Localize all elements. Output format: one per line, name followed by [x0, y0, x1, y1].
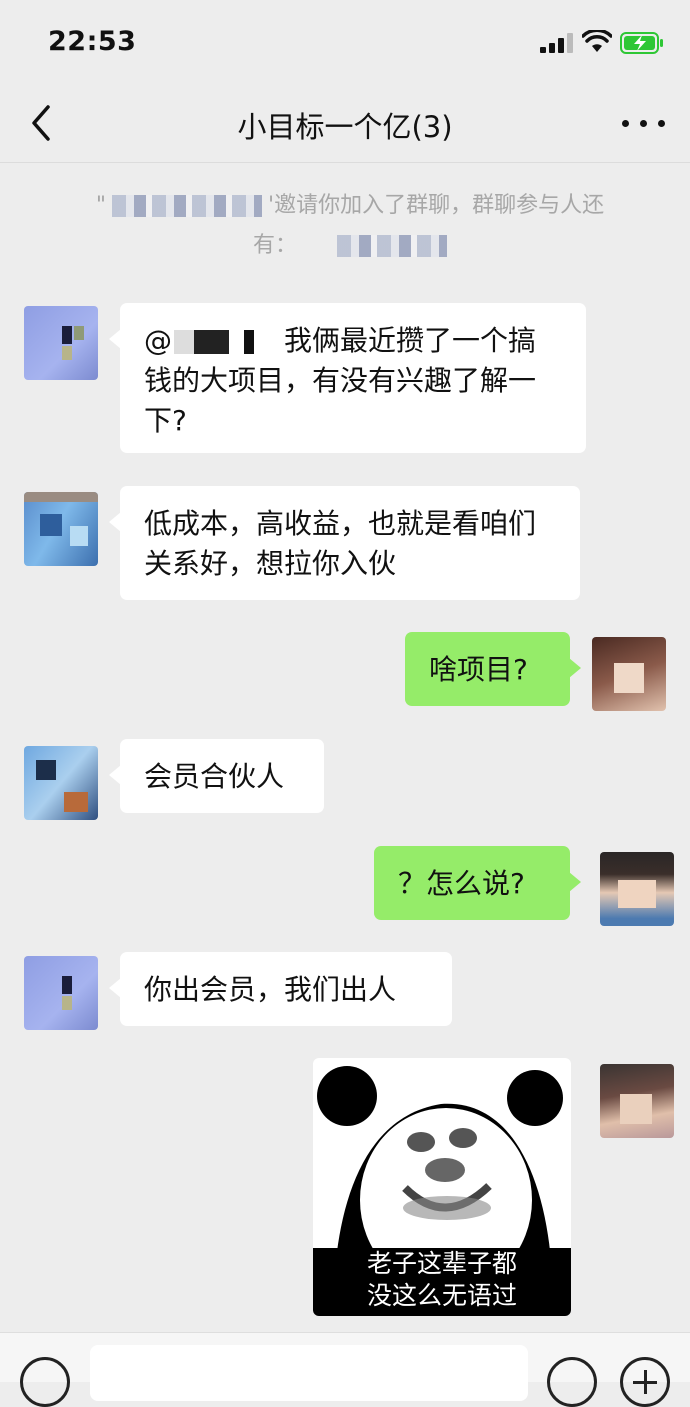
message-bubble[interactable]: @ 我俩最近攒了一个搞钱的大项目，有没有兴趣了解一下? [109, 303, 586, 453]
others-label: 有： [252, 233, 297, 258]
plus-icon[interactable] [620, 1357, 670, 1407]
status-time: 22:53 [48, 26, 137, 57]
message-bubble[interactable]: 你出会员，我们出人 [109, 952, 452, 1026]
avatar[interactable] [24, 306, 98, 380]
blurred-mention [174, 330, 274, 354]
message-bubble[interactable]: 会员合伙人 [109, 739, 324, 813]
message-text: 会员合伙人 [144, 760, 285, 793]
message-text: ？怎么说? [398, 867, 525, 900]
group-invite-notice: " '邀请你加入了群聊，群聊参与人还 有： [95, 193, 605, 258]
message-bubble[interactable]: ？怎么说? [374, 846, 581, 920]
message-bubble[interactable]: 啥项目? [405, 632, 581, 706]
voice-icon[interactable] [20, 1357, 70, 1407]
message-text: 低成本，高收益，也就是看咱们关系好，想拉你入伙 [144, 507, 537, 580]
sticker-caption-line: 老子这辈子都 [366, 1249, 517, 1278]
cellular-signal-icon [540, 33, 574, 53]
sticker-caption-line: 没这么无语过 [366, 1281, 517, 1310]
wifi-icon [582, 30, 612, 52]
avatar-self[interactable] [600, 1064, 674, 1138]
more-dots-icon[interactable] [620, 108, 668, 138]
emoji-icon[interactable] [547, 1357, 597, 1407]
message-text: 啥项目? [429, 653, 528, 686]
message-input[interactable] [90, 1345, 528, 1401]
avatar-self[interactable] [600, 852, 674, 926]
avatar[interactable] [24, 492, 98, 566]
invite-text: '邀请你加入了群聊，群聊参与人还 [268, 193, 605, 218]
avatar-self[interactable] [592, 637, 666, 711]
chat-header: 小目标一个亿(3) [0, 84, 690, 163]
sticker-caption: 老子这辈子都 没这么无语过 [313, 1248, 571, 1312]
message-text: 你出会员，我们出人 [144, 973, 397, 1006]
input-bar [0, 1332, 690, 1407]
sticker-message[interactable]: 老子这辈子都 没这么无语过 [313, 1058, 571, 1316]
status-bar: 22:53 [0, 0, 690, 84]
avatar[interactable] [24, 956, 98, 1030]
avatar[interactable] [24, 746, 98, 820]
battery-charging-icon [620, 32, 663, 54]
chat-title: 小目标一个亿(3) [237, 110, 453, 144]
message-bubble[interactable]: 低成本，高收益，也就是看咱们关系好，想拉你入伙 [109, 486, 580, 600]
blurred-name [112, 195, 263, 217]
blurred-members [337, 235, 447, 257]
mention-prefix: @ [144, 324, 172, 357]
